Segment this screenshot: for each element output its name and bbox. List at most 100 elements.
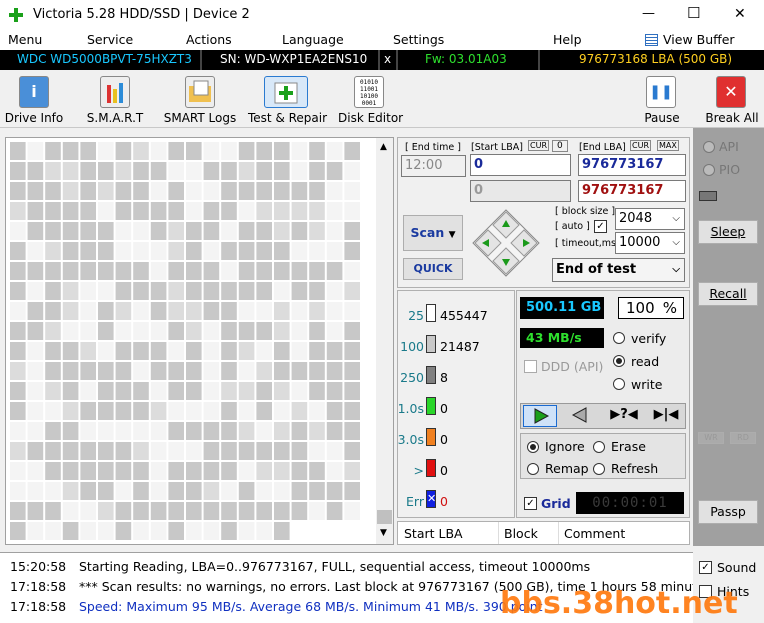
drive-close[interactable]: x — [384, 52, 391, 66]
surface-block — [133, 482, 149, 500]
test-repair-button[interactable]: Test & Repair — [248, 70, 327, 128]
break-all-button[interactable]: ✕ Break All — [704, 70, 760, 128]
surface-block — [45, 482, 61, 500]
surface-block — [115, 522, 132, 540]
timeout-select[interactable]: 10000 ⌵ — [615, 232, 685, 254]
write-radio[interactable] — [613, 378, 625, 390]
surface-block — [256, 402, 272, 420]
menu-item-settings[interactable]: Settings — [393, 32, 444, 47]
refresh-radio[interactable] — [593, 463, 605, 475]
surface-block — [309, 242, 325, 260]
surface-block — [115, 422, 132, 440]
surface-block — [256, 322, 272, 340]
surface-block — [168, 502, 184, 520]
surface-block — [326, 362, 343, 380]
close-button[interactable]: ✕ — [734, 6, 746, 22]
menu-item-service[interactable]: Service — [87, 32, 133, 47]
end-of-test-select[interactable]: End of test ⌵ — [552, 258, 685, 282]
surface-block — [291, 162, 308, 180]
api-radio[interactable] — [703, 141, 715, 153]
scroll-up-icon[interactable]: ▲ — [380, 142, 387, 152]
pause-button[interactable]: ❚❚ Pause — [642, 70, 682, 128]
sleep-button[interactable]: Sleep — [698, 220, 758, 244]
surface-block — [221, 282, 237, 300]
start-zero-button[interactable]: 0 — [552, 140, 568, 152]
quick-button[interactable]: QUICK — [403, 258, 463, 280]
surface-block — [10, 422, 26, 440]
end-lba-label: [End LBA] — [579, 142, 626, 153]
disk-editor-button[interactable]: 01010 11001 10100 0001 Disk Editor — [338, 70, 403, 128]
menu-item-menu[interactable]: Menu — [8, 32, 42, 47]
surface-map-scrollbar[interactable]: ▲ ▼ — [376, 138, 393, 544]
speed-display: 43 MB/s — [520, 328, 604, 348]
surface-block — [186, 342, 202, 360]
surface-block — [203, 242, 220, 260]
pio-radio[interactable] — [703, 164, 715, 176]
direction-pad[interactable] — [471, 208, 541, 278]
maximize-button[interactable]: ☐ — [687, 4, 700, 22]
drive-model[interactable]: WDC WD5000BPVT-75HXZT3 — [17, 52, 192, 66]
surface-block — [309, 462, 325, 480]
col-comment[interactable]: Comment — [564, 526, 625, 541]
surface-block — [309, 442, 325, 460]
minimize-button[interactable]: — — [642, 6, 655, 21]
passp-button[interactable]: Passp — [698, 500, 758, 524]
api-label: API — [719, 139, 739, 154]
surface-block — [238, 322, 255, 340]
ignore-radio[interactable] — [527, 441, 539, 453]
surface-block — [80, 342, 96, 360]
end-lba-input[interactable]: 976773167 — [578, 154, 686, 176]
ddd-checkbox[interactable] — [524, 360, 537, 373]
smart-logs-button[interactable]: SMART Logs — [162, 70, 238, 128]
surface-block — [80, 202, 96, 220]
start-lba-input[interactable]: 0 — [470, 154, 571, 176]
end-cur-button[interactable]: CUR — [630, 140, 651, 151]
grid-checkbox[interactable]: ✓ — [524, 497, 537, 510]
menu-item-help[interactable]: Help — [553, 32, 582, 47]
surface-block — [133, 522, 149, 540]
surface-block — [80, 282, 96, 300]
status-indicator — [699, 191, 717, 201]
smart-button[interactable]: S.M.A.R.T — [82, 70, 148, 128]
end-button[interactable]: ▶|◀ — [649, 405, 683, 427]
col-start-lba[interactable]: Start LBA — [404, 526, 463, 541]
end-max-button[interactable]: MAX — [657, 140, 679, 151]
menu-item-actions[interactable]: Actions — [186, 32, 232, 47]
surface-block — [115, 302, 132, 320]
end-time-input[interactable]: 12:00 — [401, 155, 466, 177]
surface-block — [309, 322, 325, 340]
rewind-button[interactable] — [565, 405, 599, 427]
first-aid-icon — [264, 76, 308, 108]
recall-button[interactable]: Recall — [698, 282, 758, 306]
start-cur-button[interactable]: CUR — [528, 140, 549, 151]
drive-firmware: Fw: 03.01A03 — [425, 52, 507, 66]
rd-button[interactable]: RD — [730, 432, 756, 444]
surface-block — [309, 482, 325, 500]
surface-block — [115, 462, 132, 480]
surface-block — [326, 202, 343, 220]
sound-checkbox[interactable]: ✓ — [699, 561, 712, 574]
erase-radio[interactable] — [593, 441, 605, 453]
surface-map — [5, 137, 394, 545]
play-button[interactable] — [523, 405, 557, 427]
surface-block — [256, 522, 272, 540]
surface-block — [80, 522, 96, 540]
surface-block — [221, 242, 237, 260]
scroll-down-icon[interactable]: ▼ — [380, 528, 387, 538]
surface-block — [309, 342, 325, 360]
surface-block — [326, 262, 343, 280]
col-block[interactable]: Block — [504, 526, 538, 541]
read-radio[interactable] — [613, 355, 625, 367]
wr-button[interactable]: WR — [698, 432, 724, 444]
block-size-select[interactable]: 2048 ⌵ — [615, 208, 685, 230]
drive-info-button[interactable]: i Drive Info — [4, 70, 64, 128]
verify-radio[interactable] — [613, 332, 625, 344]
auto-checkbox[interactable]: ✓ — [594, 220, 607, 233]
remap-radio[interactable] — [527, 463, 539, 475]
skip-button[interactable]: ▶?◀ — [607, 405, 641, 427]
scan-button[interactable]: Scan ▼ — [403, 215, 463, 251]
surface-block — [238, 202, 255, 220]
scroll-thumb[interactable] — [377, 510, 392, 524]
menu-item-language[interactable]: Language — [282, 32, 344, 47]
surface-block — [133, 182, 149, 200]
